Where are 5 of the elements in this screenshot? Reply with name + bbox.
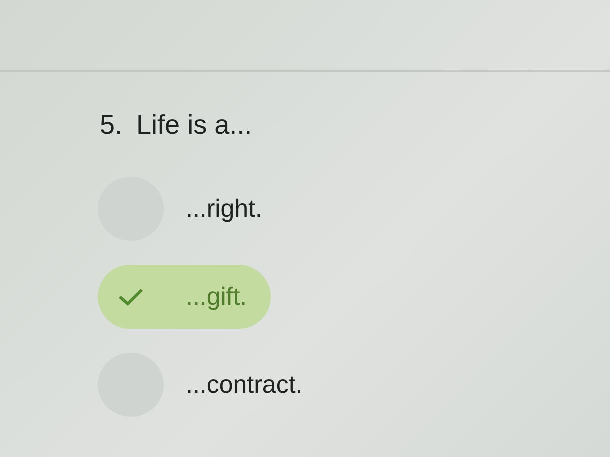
answer-option[interactable]: ...contract. [98,353,327,417]
question-text: Life is a... [136,110,252,141]
answer-option[interactable]: ...right. [98,177,286,241]
checkmark-icon [118,287,144,307]
question-number: 5. [100,110,123,141]
